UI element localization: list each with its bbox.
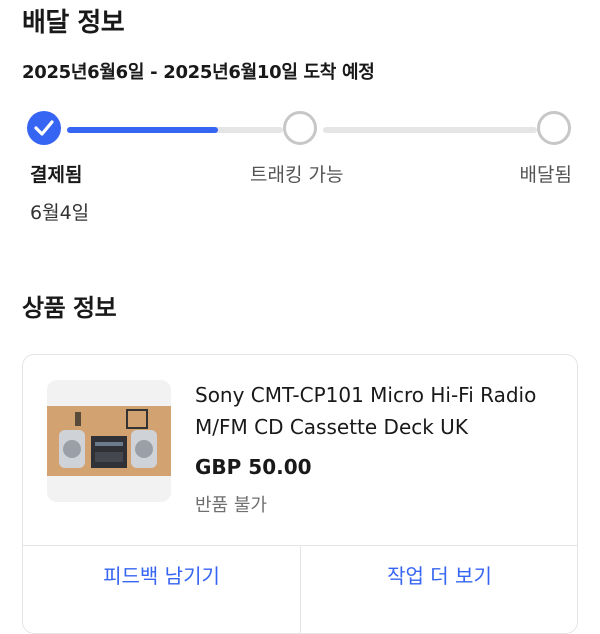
step-delivered-label: 배달됨 (519, 164, 572, 186)
step-paid-label: 결제됨 (30, 164, 83, 186)
delivery-progress-tracker (27, 111, 573, 149)
progress-segment-2 (323, 127, 537, 133)
progress-fill (67, 127, 219, 133)
delivery-info-title: 배달 정보 (22, 8, 125, 38)
step-trackable-circle-icon (283, 111, 317, 145)
item-name[interactable]: Sony CMT-CP101 Micro Hi-Fi Radio M/FM CD… (195, 379, 565, 443)
card-vertical-divider (300, 545, 301, 633)
step-paid-date: 6월4일 (30, 202, 90, 224)
step-delivered-circle-icon (537, 111, 571, 145)
progress-segment-1 (67, 127, 283, 133)
step-paid-check-icon (27, 111, 61, 145)
more-actions-button[interactable]: 작업 더 보기 (301, 560, 578, 589)
return-policy-text: 반품 불가 (195, 495, 267, 516)
item-price: GBP 50.00 (195, 455, 312, 479)
item-info-title: 상품 정보 (22, 294, 117, 322)
estimated-arrival-text: 2025년6월6일 - 2025년6월10일 도착 예정 (22, 62, 375, 83)
item-card: Sony CMT-CP101 Micro Hi-Fi Radio M/FM CD… (22, 354, 578, 634)
leave-feedback-button[interactable]: 피드백 남기기 (23, 560, 300, 589)
item-thumbnail[interactable] (47, 380, 171, 502)
step-trackable-label: 트래킹 가능 (250, 164, 344, 186)
